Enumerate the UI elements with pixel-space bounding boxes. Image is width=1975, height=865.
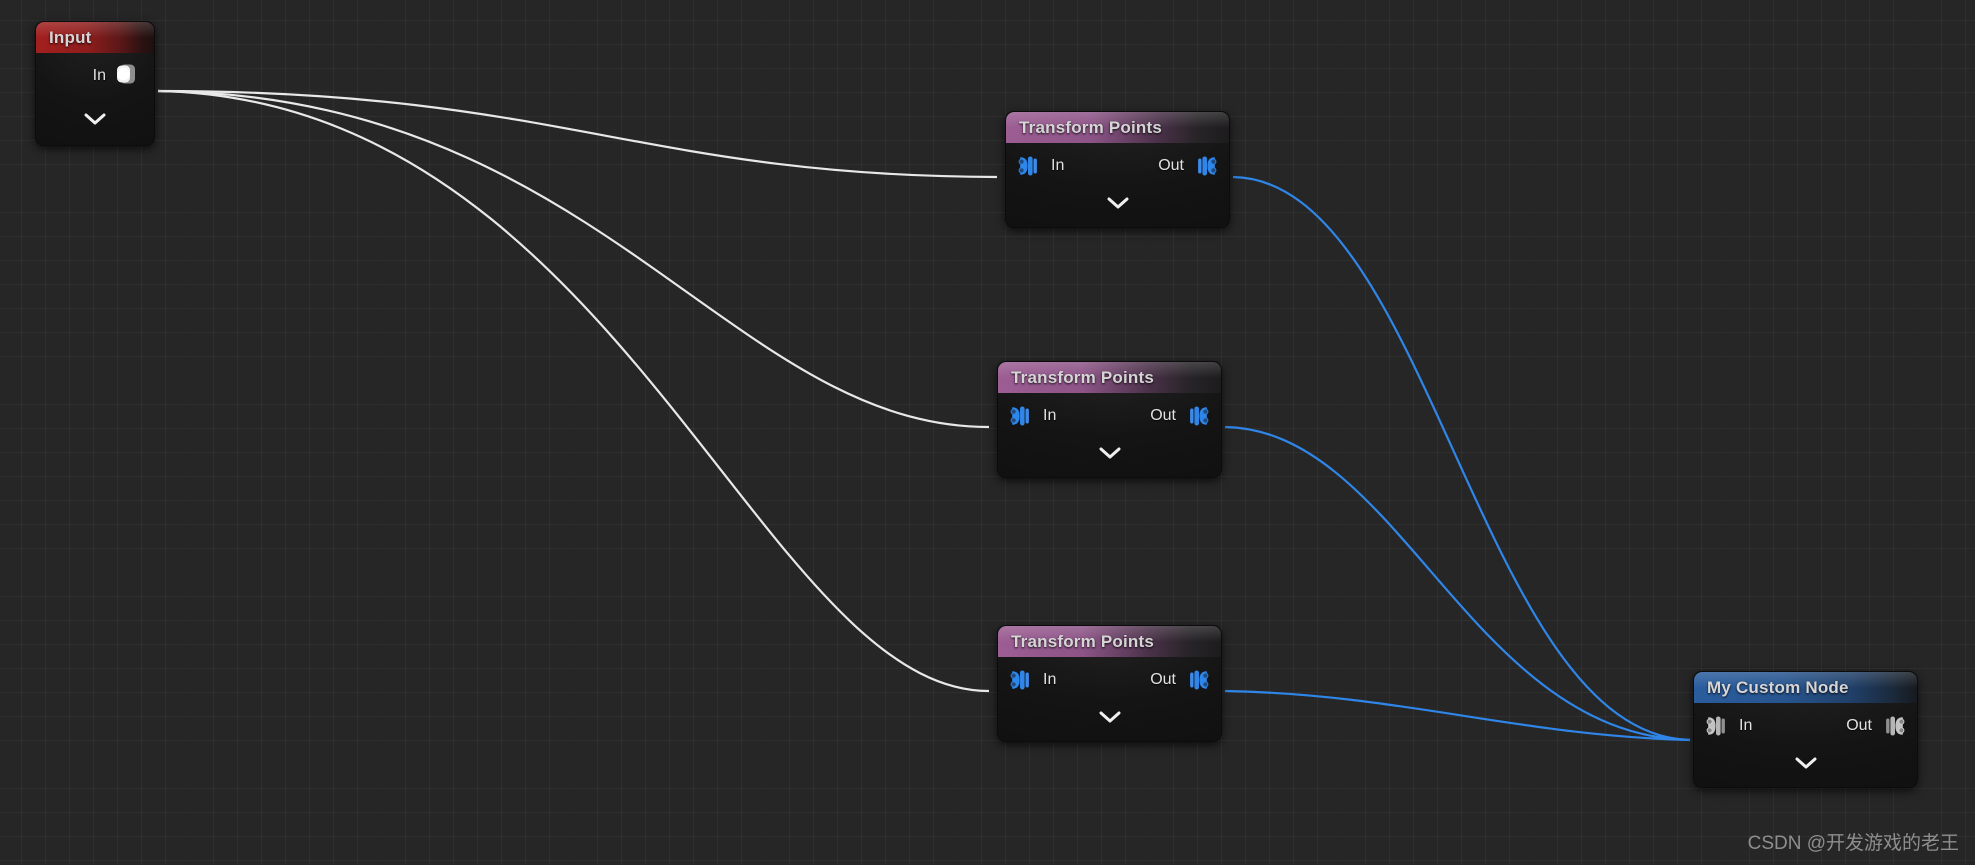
wire-group-input-out [157, 89, 998, 693]
chevron-down-icon [1795, 757, 1816, 768]
exec-circle-pin-icon[interactable] [114, 61, 140, 87]
chevron-down-icon [1099, 447, 1120, 458]
wire-transform-points-1-to-my-custom-node[interactable] [1232, 175, 1691, 742]
node-transform-points-2-collapse-chevron[interactable] [998, 439, 1221, 467]
pin-label-transform-points-2-out: Out [1150, 407, 1176, 424]
points-data-pin-icon[interactable] [1016, 153, 1042, 179]
pin-row-transform-points-1: In Out [1006, 143, 1229, 189]
points-data-pin-icon[interactable] [1185, 403, 1211, 429]
node-transform-points-2[interactable]: Transform Points In Out [997, 361, 1222, 478]
pin-label-input-out: In [92, 67, 106, 84]
node-transform-points-3-header[interactable]: Transform Points [998, 626, 1221, 657]
wire-input-to-transform-points-1[interactable] [157, 89, 998, 179]
chevron-down-icon [84, 113, 106, 124]
pin-row-transform-points-2: In Out [998, 393, 1221, 439]
node-input-header[interactable]: Input [36, 22, 154, 53]
node-transform-points-1-header[interactable]: Transform Points [1006, 112, 1229, 143]
pin-label-my-custom-node-out: Out [1846, 717, 1872, 734]
chevron-down-icon [1107, 197, 1128, 208]
node-my-custom-node-collapse-chevron[interactable] [1694, 749, 1917, 777]
node-my-custom-node-title: My Custom Node [1707, 677, 1849, 697]
node-input-collapse-chevron[interactable] [36, 105, 154, 133]
points-data-pin-icon[interactable] [1193, 153, 1219, 179]
graph-canvas[interactable]: Input In Transform Points In Out Transfo… [0, 0, 1975, 865]
points-data-pin-icon[interactable] [1008, 403, 1034, 429]
node-transform-points-3-collapse-chevron[interactable] [998, 703, 1221, 731]
wire-group-to-custom-node [1224, 175, 1691, 742]
chevron-down-icon [1099, 711, 1120, 722]
node-transform-points-2-body: In Out [998, 393, 1221, 467]
node-transform-points-2-header[interactable]: Transform Points [998, 362, 1221, 393]
pin-label-transform-points-1-in: In [1051, 157, 1065, 174]
wire-transform-points-3-to-my-custom-node[interactable] [1224, 689, 1691, 742]
pin-row-transform-points-3: In Out [998, 657, 1221, 703]
points-data-pin-icon[interactable] [1881, 713, 1907, 739]
node-transform-points-3-body: In Out [998, 657, 1221, 731]
node-my-custom-node-header[interactable]: My Custom Node [1694, 672, 1917, 703]
pin-row-input-out: In [36, 53, 154, 99]
node-input[interactable]: Input In [35, 21, 155, 146]
pin-label-my-custom-node-in: In [1739, 717, 1753, 734]
pin-label-transform-points-3-in: In [1043, 671, 1057, 688]
points-data-pin-icon[interactable] [1185, 667, 1211, 693]
wire-transform-points-2-to-my-custom-node[interactable] [1224, 425, 1691, 742]
node-transform-points-1-title: Transform Points [1019, 117, 1163, 137]
points-data-pin-icon[interactable] [1704, 713, 1730, 739]
node-my-custom-node-body: In Out [1694, 703, 1917, 777]
wires-layer [157, 89, 1691, 742]
node-transform-points-1-body: In Out [1006, 143, 1229, 217]
node-transform-points-1-collapse-chevron[interactable] [1006, 189, 1229, 217]
wire-input-to-transform-points-2[interactable] [157, 89, 990, 429]
node-transform-points-1[interactable]: Transform Points In Out [1005, 111, 1230, 228]
pin-label-transform-points-1-out: Out [1158, 157, 1184, 174]
wire-input-to-transform-points-3[interactable] [157, 89, 990, 693]
pin-label-transform-points-3-out: Out [1150, 671, 1176, 688]
node-my-custom-node[interactable]: My Custom Node In Out [1693, 671, 1918, 788]
node-transform-points-3-title: Transform Points [1011, 631, 1155, 651]
points-data-pin-icon[interactable] [1008, 667, 1034, 693]
node-transform-points-3[interactable]: Transform Points In Out [997, 625, 1222, 742]
watermark-text: CSDN @开发游戏的老王 [1747, 833, 1959, 854]
pin-label-transform-points-2-in: In [1043, 407, 1057, 424]
node-transform-points-2-title: Transform Points [1011, 367, 1155, 387]
pin-row-my-custom-node: In Out [1694, 703, 1917, 749]
node-input-title: Input [49, 27, 92, 47]
node-input-body: In [36, 53, 154, 133]
